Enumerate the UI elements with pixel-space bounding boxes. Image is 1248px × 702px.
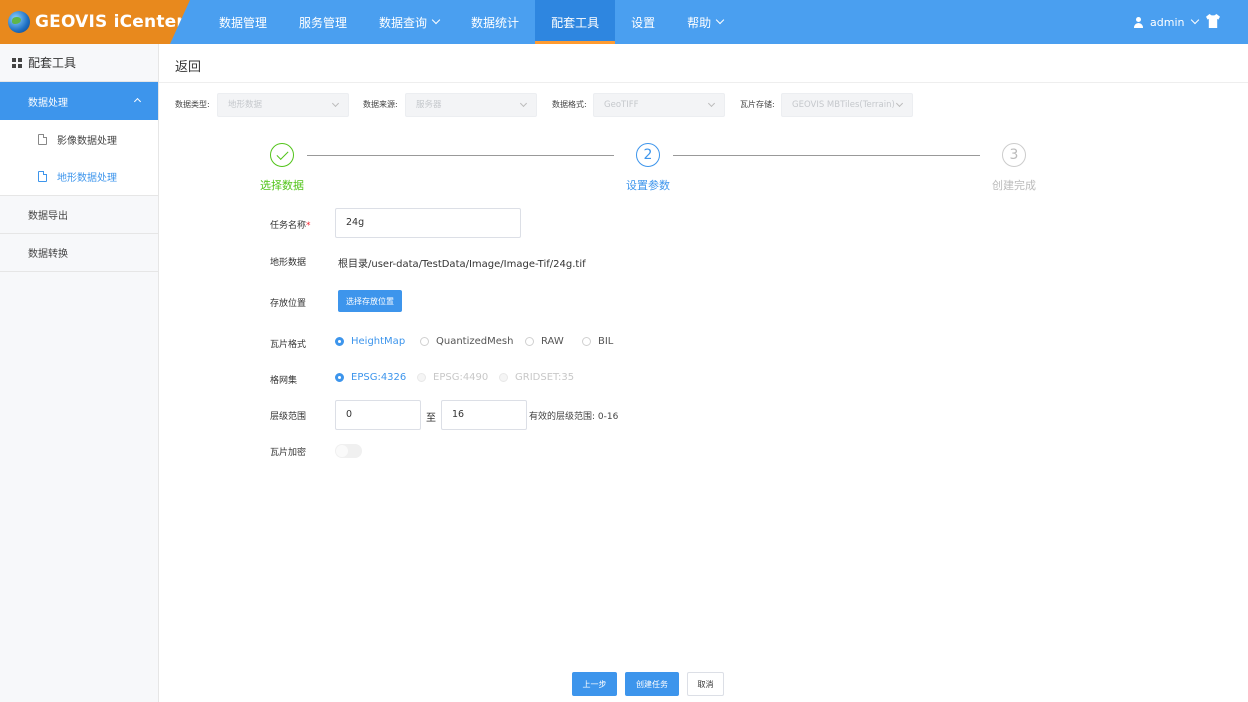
task-name-input[interactable]: 24g — [335, 208, 521, 238]
nav-item-settings[interactable]: 设置 — [615, 0, 671, 44]
chevron-down-icon — [1191, 15, 1200, 25]
step-2-circle: 2 — [636, 143, 660, 167]
document-icon — [38, 133, 47, 145]
storage-location-label: 存放位置 — [270, 299, 307, 309]
radio-heightmap[interactable]: HeightMap — [335, 336, 405, 347]
step-3-circle: 3 — [1002, 143, 1026, 167]
globe-icon — [8, 11, 30, 33]
level-min-input[interactable]: 0 — [335, 400, 421, 430]
nav-item-data-query[interactable]: 数据查询 — [363, 0, 455, 44]
step-3-label: 创建完成 — [992, 179, 1036, 192]
top-bar: GEOVIS iCenter 数据管理 服务管理 数据查询 数据统计 配套工具 … — [0, 0, 1248, 44]
radio-raw[interactable]: RAW — [525, 336, 564, 347]
step-1-circle — [270, 143, 294, 167]
level-max-input[interactable]: 16 — [441, 400, 527, 430]
sidebar: 配套工具 数据处理 影像数据处理 地形数据处理 数据导出 数据转换 — [0, 44, 159, 702]
task-name-label: 任务名称* — [270, 221, 311, 231]
back-link[interactable]: 返回 — [175, 56, 201, 75]
nav-item-help[interactable]: 帮助 — [671, 0, 739, 44]
cancel-button[interactable]: 取消 — [687, 672, 724, 696]
chevron-down-icon — [895, 99, 904, 108]
create-task-button[interactable]: 创建任务 — [625, 672, 679, 696]
filter-select-data-source: 服务器 — [405, 93, 537, 117]
chevron-down-icon — [331, 99, 340, 108]
level-to-text: 至 — [426, 413, 436, 424]
nav-item-data-management[interactable]: 数据管理 — [203, 0, 283, 44]
chevron-down-icon — [431, 15, 441, 25]
filter-select-data-format: GeoTIFF — [593, 93, 725, 117]
terrain-data-label: 地形数据 — [270, 258, 307, 268]
tile-format-label: 瓦片格式 — [270, 340, 307, 350]
filter-label-data-type: 数据类型: — [175, 100, 210, 109]
radio-epsg-4490: EPSG:4490 — [417, 372, 488, 383]
terrain-data-path: 根目录/user-data/TestData/Image/Image-Tif/2… — [338, 259, 586, 270]
step-connector — [673, 155, 980, 156]
step-2-label: 设置参数 — [626, 179, 670, 192]
radio-bil[interactable]: BIL — [582, 336, 613, 347]
prev-step-button[interactable]: 上一步 — [572, 672, 617, 696]
radio-quantizedmesh[interactable]: QuantizedMesh — [420, 336, 513, 347]
level-range-hint: 有效的层级范围: 0-16 — [529, 412, 619, 422]
level-range-label: 层级范围 — [270, 412, 307, 422]
radio-epsg-4326[interactable]: EPSG:4326 — [335, 372, 406, 383]
main-nav: 数据管理 服务管理 数据查询 数据统计 配套工具 设置 帮助 — [203, 0, 739, 44]
app-logo[interactable]: GEOVIS iCenter — [0, 0, 190, 44]
tile-encrypt-switch[interactable] — [335, 444, 362, 458]
user-menu[interactable]: admin — [1133, 0, 1200, 44]
chevron-down-icon — [519, 99, 528, 108]
sidebar-item-image-processing[interactable]: 影像数据处理 — [0, 120, 158, 158]
chevron-up-icon — [133, 97, 142, 106]
grid-icon — [12, 57, 22, 68]
required-mark: * — [306, 221, 311, 231]
sidebar-title: 配套工具 — [0, 44, 158, 82]
nav-item-service-management[interactable]: 服务管理 — [283, 0, 363, 44]
sidebar-group-data-processing[interactable]: 数据处理 — [0, 82, 158, 120]
sidebar-item-data-export[interactable]: 数据导出 — [0, 196, 158, 234]
chevron-down-icon — [715, 15, 725, 25]
filter-label-tile-storage: 瓦片存储: — [740, 100, 775, 109]
sidebar-item-data-convert[interactable]: 数据转换 — [0, 234, 158, 272]
document-icon — [38, 171, 47, 182]
divider — [159, 82, 1248, 83]
grid-set-label: 格网集 — [270, 376, 298, 386]
filter-label-data-source: 数据来源: — [363, 100, 398, 109]
step-1-label: 选择数据 — [260, 179, 304, 192]
skin-theme-icon[interactable] — [1206, 14, 1220, 28]
username: admin — [1150, 15, 1185, 29]
radio-gridset-35: GRIDSET:35 — [499, 372, 574, 383]
nav-item-data-statistics[interactable]: 数据统计 — [455, 0, 535, 44]
select-storage-button[interactable]: 选择存放位置 — [338, 290, 402, 312]
nav-item-tools[interactable]: 配套工具 — [535, 0, 616, 44]
check-icon — [275, 147, 289, 160]
app-title: GEOVIS iCenter — [35, 12, 185, 32]
filter-select-tile-storage: GEOVIS MBTiles(Terrain) — [781, 93, 913, 117]
step-connector — [307, 155, 614, 156]
filter-label-data-format: 数据格式: — [552, 100, 587, 109]
tile-encrypt-label: 瓦片加密 — [270, 448, 307, 458]
filter-select-data-type: 地形数据 — [217, 93, 349, 117]
chevron-down-icon — [707, 99, 716, 108]
sidebar-item-terrain-processing[interactable]: 地形数据处理 — [0, 158, 158, 196]
user-icon — [1133, 16, 1144, 28]
